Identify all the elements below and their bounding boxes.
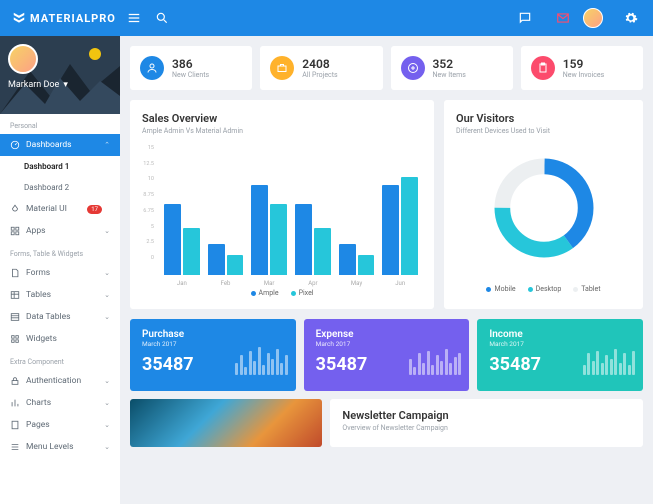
gear-icon [624,11,638,25]
logo-icon [12,11,26,25]
nav-dashboards[interactable]: Dashboards ⌃ [0,134,120,156]
nav-tables[interactable]: Tables⌄ [0,284,120,306]
legend-dot-pixel [291,291,296,296]
sales-title: Sales Overview [142,112,422,125]
chevron-down-icon: ▾ [63,80,68,90]
sparkline [409,335,462,375]
clipboard-icon [531,56,555,80]
metric-expense[interactable]: ExpenseMarch 201735487 [304,319,470,391]
bar-group-Mar: Mar [251,157,287,275]
widget-icon [10,334,20,344]
metric-purchase[interactable]: PurchaseMarch 201735487 [130,319,296,391]
visitors-subtitle: Different Devices Used to Visit [456,127,631,135]
nav-label: Apps [26,226,45,236]
nav-pages[interactable]: Pages⌄ [0,414,120,436]
nav-charts[interactable]: Charts⌄ [0,392,120,414]
visitors-card: Our Visitors Different Devices Used to V… [444,100,643,309]
stat-card-1[interactable]: 2408All Projects [260,46,382,90]
chevron-down-icon: ⌄ [104,227,110,235]
search-button[interactable] [152,8,172,28]
visitors-legend: Mobile Desktop Tablet [456,285,631,293]
nav-widgets[interactable]: Widgets [0,328,120,350]
stat-label: New Items [433,71,466,79]
stat-label: New Clients [172,71,209,79]
sales-overview-card: Sales Overview Ample Admin Vs Material A… [130,100,434,309]
profile-card[interactable]: Markarn Doe ▾ [0,36,120,114]
nav-data-tables[interactable]: Data Tables⌄ [0,306,120,328]
legend-dot-ample [251,291,256,296]
nav-label: Material UI [26,204,67,214]
bar-group-Feb: Feb [208,157,244,275]
stat-card-3[interactable]: 159New Invoices [521,46,643,90]
search-icon [155,11,169,25]
grid-icon [10,226,20,236]
bar-icon [10,398,20,408]
sales-bar-chart: 1512.5108.756.7552.50 JanFebMarAprMayJun [142,145,422,275]
lock-icon [10,376,20,386]
sidebar: Markarn Doe ▾ Personal Dashboards ⌃ Dashb… [0,36,120,504]
table-icon [10,290,20,300]
nav-material-ui[interactable]: Material UI 17 [0,198,120,220]
bar-group-Jan: Jan [164,157,200,275]
plus-icon [401,56,425,80]
data-table-icon [10,312,20,322]
chat-button[interactable] [515,8,535,28]
nav-dashboard-2[interactable]: Dashboard 2 [0,177,120,198]
bar-group-Apr: Apr [295,157,331,275]
mail-button[interactable] [553,8,573,28]
newsletter-title: Newsletter Campaign [342,409,631,422]
newsletter-card: Newsletter Campaign Overview of Newslett… [330,399,643,447]
section-extra: Extra Component [0,350,120,370]
page-icon [10,420,20,430]
settings-button[interactable] [621,8,641,28]
main-content: 386New Clients2408All Projects352New Ite… [120,36,653,504]
file-icon [10,268,20,278]
stat-value: 159 [563,57,605,71]
bar-group-May: May [339,157,375,275]
sales-subtitle: Ample Admin Vs Material Admin [142,127,422,135]
user-icon [140,56,164,80]
stat-value: 386 [172,57,209,71]
metric-income[interactable]: IncomeMarch 201735487 [477,319,643,391]
stat-label: New Invoices [563,71,605,79]
stat-value: 2408 [302,57,337,71]
mail-icon [556,11,570,25]
profile-avatar [8,44,38,74]
username: Markarn Doe [8,80,59,90]
hamburger-icon [127,11,141,25]
sales-legend: Ample Pixel [142,289,422,297]
visitors-donut-chart [489,153,599,263]
stat-label: All Projects [302,71,337,79]
feature-image-card[interactable] [130,399,322,447]
sparkline [235,335,288,375]
stat-card-0[interactable]: 386New Clients [130,46,252,90]
nav-menu-levels[interactable]: Menu Levels⌄ [0,436,120,458]
chevron-up-icon: ⌃ [104,141,110,149]
gauge-icon [10,140,20,150]
menu-icon [10,442,20,452]
chat-icon [518,11,532,25]
sparkline [583,335,636,375]
top-header: MATERIALPRO [0,0,653,36]
section-forms: Forms, Table & Widgets [0,242,120,262]
user-avatar[interactable] [583,8,603,28]
brand-text: MATERIALPRO [30,12,116,25]
newsletter-subtitle: Overview of Newsletter Campaign [342,424,631,432]
nav-label: Dashboards [26,140,72,150]
nav-auth[interactable]: Authentication⌄ [0,370,120,392]
drop-icon [10,204,20,214]
nav-apps[interactable]: Apps ⌄ [0,220,120,242]
brand-logo[interactable]: MATERIALPRO [12,11,116,25]
stat-value: 352 [433,57,466,71]
briefcase-icon [270,56,294,80]
visitors-title: Our Visitors [456,112,631,125]
menu-toggle[interactable] [124,8,144,28]
badge-count: 17 [87,205,102,214]
nav-dashboard-1[interactable]: Dashboard 1 [0,156,120,177]
bar-group-Jun: Jun [382,157,418,275]
stat-card-2[interactable]: 352New Items [391,46,513,90]
nav-forms[interactable]: Forms⌄ [0,262,120,284]
section-personal: Personal [0,114,120,134]
